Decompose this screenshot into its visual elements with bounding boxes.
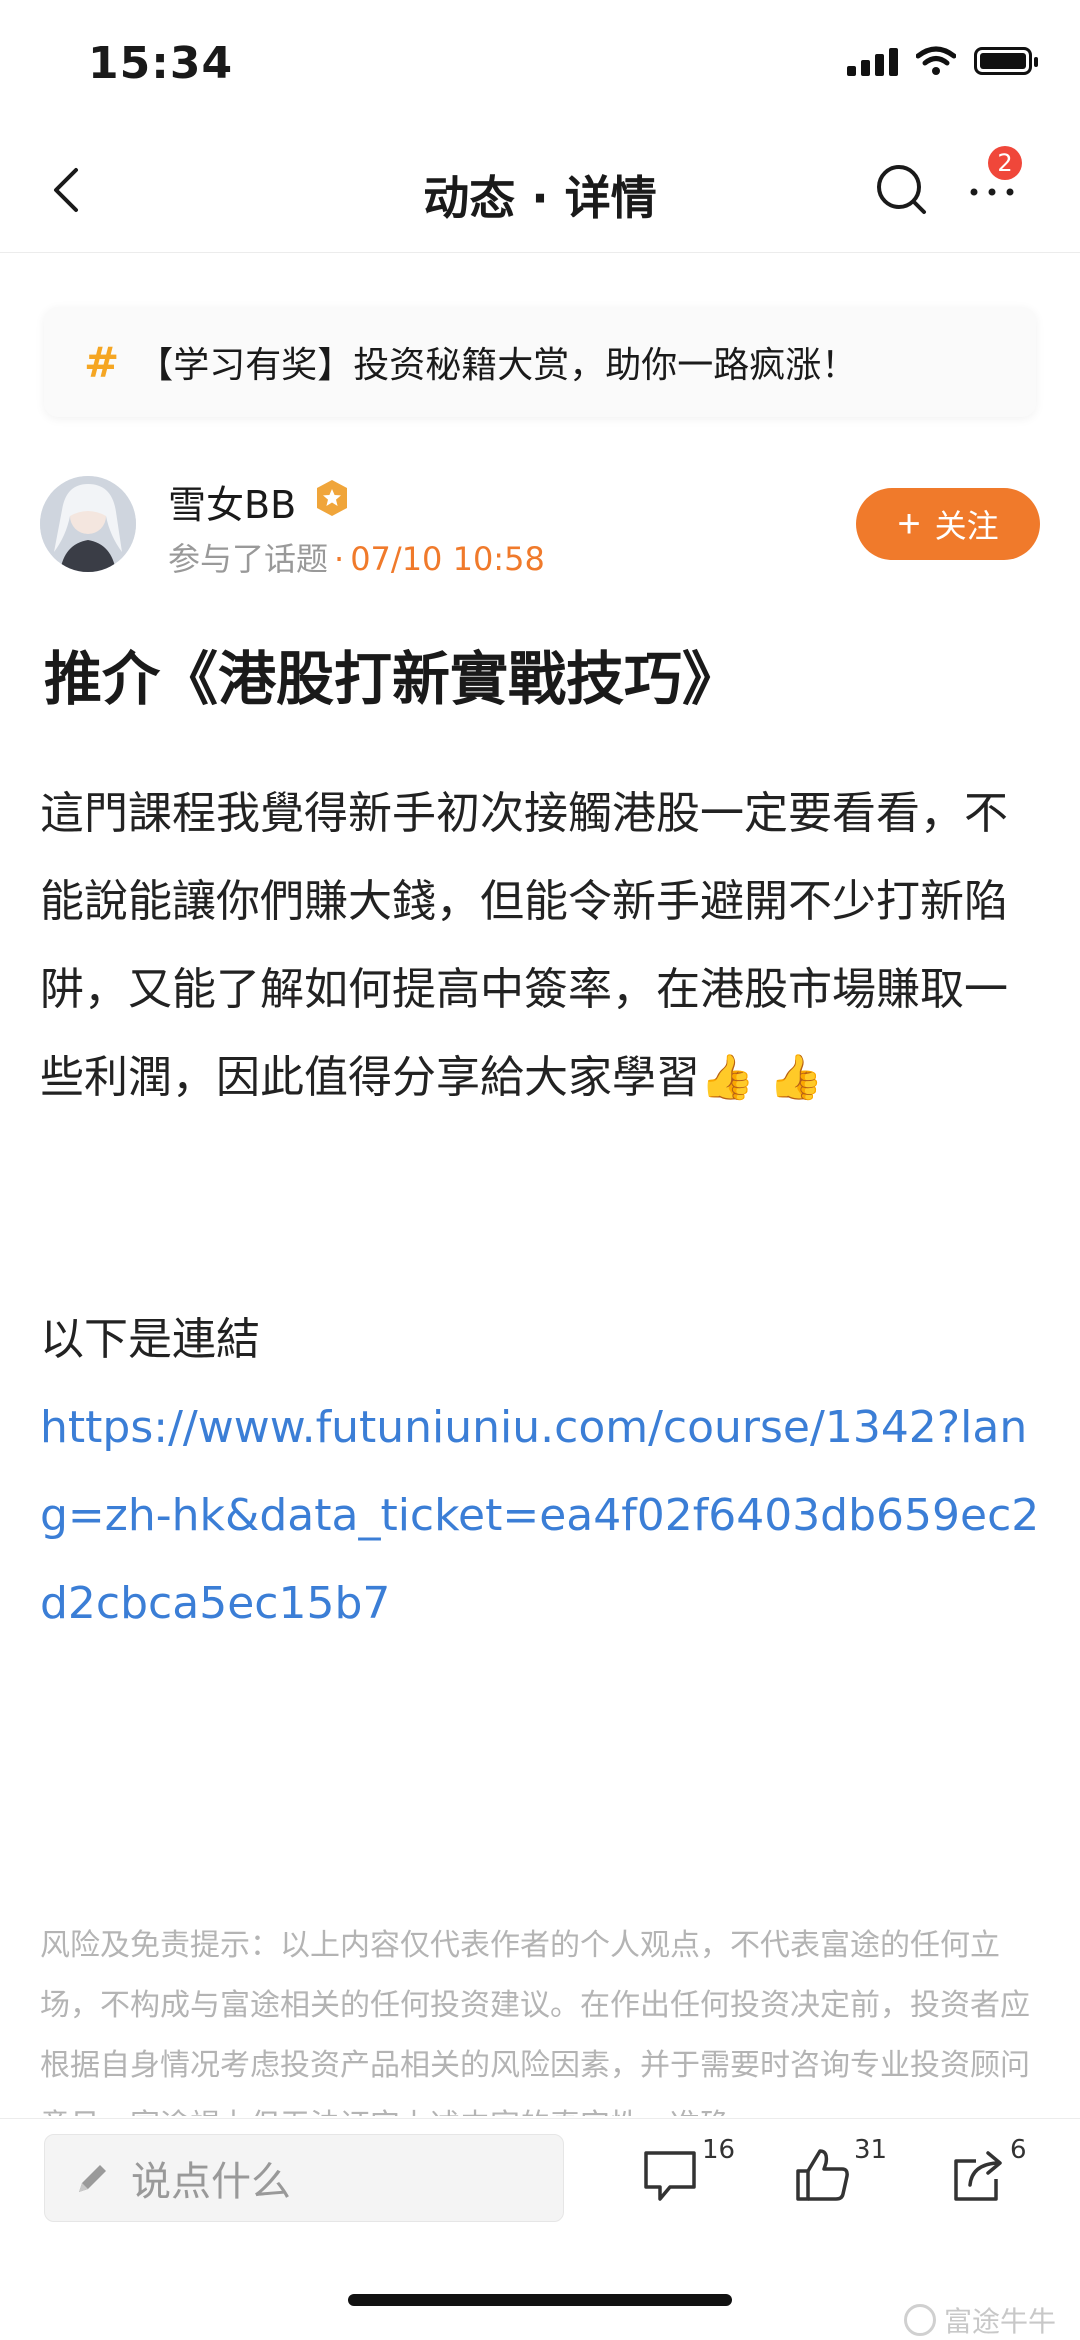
share-count: 6 xyxy=(1010,2135,1027,2165)
share-icon xyxy=(954,2151,1002,2201)
follow-button[interactable]: + 关注 xyxy=(856,488,1040,560)
comment-input[interactable]: 说点什么 xyxy=(44,2134,564,2222)
nav-bar: 动态 · 详情 2 xyxy=(0,130,1080,253)
post-title: 推介《港股打新實戰技巧》 xyxy=(44,645,741,713)
post-date: 07/10 10:58 xyxy=(350,540,545,578)
share-button[interactable]: 6 xyxy=(948,2135,1027,2209)
hashtag-icon: # xyxy=(84,337,120,387)
status-time: 15:34 xyxy=(88,38,234,89)
comment-icon xyxy=(644,2151,696,2201)
notification-badge: 2 xyxy=(988,146,1022,180)
plus-icon: + xyxy=(897,502,921,546)
link-label: 以下是連結 xyxy=(40,1314,260,1365)
avatar[interactable] xyxy=(40,476,136,572)
like-button[interactable]: 31 xyxy=(792,2135,887,2209)
pencil-icon xyxy=(79,2165,106,2192)
comment-count: 16 xyxy=(702,2135,736,2165)
post-body-text: 這門課程我覺得新手初次接觸港股一定要看看，不能說能讓你們賺大錢，但能令新手避開不… xyxy=(40,788,1008,1103)
thumbs-up-emoji: 👍 👍 xyxy=(700,1052,824,1103)
follow-label: 关注 xyxy=(934,508,999,544)
status-icons xyxy=(847,46,1038,76)
watermark: 富途牛牛 xyxy=(903,2300,1056,2340)
cellular-signal-icon xyxy=(847,46,898,76)
risk-disclaimer: 风险及免责提示：以上内容仅代表作者的个人观点，不代表富途的任何立场，不构成与富途… xyxy=(40,1928,1030,2116)
course-link[interactable]: https://www.futuniuniu.com/course/1342?l… xyxy=(40,1384,1044,1648)
verified-badge-icon xyxy=(317,480,347,516)
comment-placeholder: 说点什么 xyxy=(131,2159,291,2205)
author-name[interactable]: 雪女BB xyxy=(168,474,296,529)
wifi-icon xyxy=(916,46,956,75)
meta-separator: · xyxy=(334,540,345,578)
meta-prefix: 参与了话题 xyxy=(168,540,329,578)
search-icon[interactable] xyxy=(872,160,932,220)
watermark-text: 富途牛牛 xyxy=(943,2305,1056,2338)
like-count: 31 xyxy=(854,2135,888,2165)
home-indicator[interactable] xyxy=(348,2294,732,2306)
post-meta: 参与了话题 · 07/10 10:58 xyxy=(168,534,545,580)
status-bar: 15:34 xyxy=(0,0,1080,130)
post-body: 這門課程我覺得新手初次接觸港股一定要看看，不能說能讓你們賺大錢，但能令新手避開不… xyxy=(40,770,1044,1122)
topic-text: 【学习有奖】投资秘籍大赏，助你一路疯涨！ xyxy=(137,345,858,386)
thumbs-up-icon xyxy=(796,2149,849,2201)
topic-banner[interactable]: # 【学习有奖】投资秘籍大赏，助你一路疯涨！ xyxy=(44,307,1036,417)
battery-icon xyxy=(974,47,1038,75)
futu-logo-icon xyxy=(903,2304,936,2336)
comment-button[interactable]: 16 xyxy=(640,2135,735,2209)
